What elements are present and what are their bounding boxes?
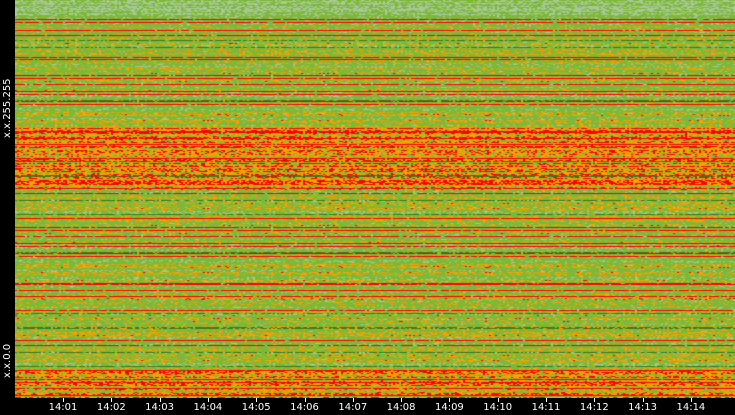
x-tick-label: 14:07 [338,402,368,413]
x-tick-label: 14:06 [290,402,319,413]
x-tick-label: 14:11 [531,402,561,413]
x-tick-label: 14:05 [241,402,271,413]
x-tick-label: 14:08 [386,402,416,413]
x-tick-label: 14:03 [145,402,175,413]
x-tick-label: 14:01 [48,402,78,413]
y-label-top: x.x.255.255 [2,78,13,138]
x-tick-label: 14:10 [483,402,513,413]
x-tick-label: 14:14 [676,402,706,413]
x-tick-label: 14:09 [434,402,464,413]
x-tick-label: 14:02 [96,402,126,413]
x-tick-label: 14:04 [193,402,223,413]
heatmap-canvas [15,0,735,398]
x-tick-label: 14:12 [579,402,609,413]
x-tick-label: 14:13 [628,402,658,413]
